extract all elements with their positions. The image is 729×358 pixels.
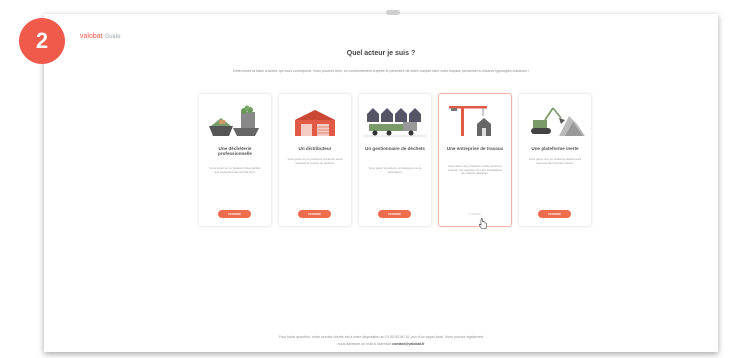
choose-button-hover[interactable]: CHOISIR bbox=[458, 212, 491, 216]
excavator-illustration bbox=[531, 107, 585, 136]
footer-email-prefix: nous adresser un mail à l'adresse bbox=[337, 342, 392, 346]
logo-main: valobat bbox=[80, 33, 103, 40]
pointer-cursor-icon bbox=[478, 218, 487, 229]
choose-button[interactable]: CHOISIR bbox=[218, 210, 251, 218]
card-title: Une entreprise de travaux bbox=[446, 146, 504, 151]
footer-email-line: nous adresser un mail à l'adresse contac… bbox=[44, 342, 718, 346]
step-badge: 2 bbox=[19, 18, 65, 64]
card-distributeur[interactable]: Un distributeur Vous gérez un ou plusieu… bbox=[279, 94, 351, 226]
logo-sub: Guide bbox=[104, 33, 121, 40]
card-description: Vous gérez un ou plusieurs points de ven… bbox=[287, 157, 343, 165]
choose-button[interactable]: CHOISIR bbox=[298, 210, 331, 218]
card-gestionnaire[interactable]: Un gestionnaire de déchets Vous gérez la… bbox=[359, 94, 431, 226]
card-title: Un distributeur bbox=[298, 146, 332, 151]
card-plateforme-inerte[interactable]: Une plateforme inerte Vous gérez une ou … bbox=[519, 94, 591, 226]
card-description: Vous gérez des chantiers et êtes amené à… bbox=[447, 164, 503, 176]
page-subtitle: Déterminez la base d'acteur qui vous cor… bbox=[233, 69, 529, 73]
page-title: Quel acteur je suis ? bbox=[346, 50, 416, 57]
footer-contact-line: Pour toute question, notre service clien… bbox=[278, 335, 484, 339]
warehouse-illustration bbox=[295, 110, 335, 136]
waste-truck-illustration bbox=[363, 108, 427, 137]
card-description: Vous gérez la collecte, le traitement ou… bbox=[368, 166, 422, 174]
window-handle bbox=[386, 10, 400, 15]
crane-illustration bbox=[449, 106, 491, 136]
card-description: Vous gérez un ou plusieurs sites dédiés … bbox=[209, 166, 261, 174]
card-title: Un gestionnaire de déchets bbox=[365, 146, 425, 151]
footer-email-link[interactable]: contact@valobat.fr bbox=[392, 342, 424, 346]
card-dechetterie[interactable]: Une déchèterie professionnelle Vous gére… bbox=[199, 94, 271, 226]
card-title: Une plateforme inerte bbox=[531, 146, 579, 151]
card-entreprise-travaux[interactable]: Une entreprise de travaux Vous gérez des… bbox=[438, 93, 512, 227]
skip-bins-illustration bbox=[209, 105, 259, 136]
card-title: Une déchèterie professionnelle bbox=[218, 146, 252, 157]
logo[interactable]: valobat Guide bbox=[80, 33, 121, 40]
choose-button[interactable]: CHOISIR bbox=[378, 210, 411, 218]
choose-button[interactable]: CHOISIR bbox=[538, 210, 571, 218]
card-description: Vous gérez une ou plusieurs plateformes … bbox=[528, 157, 582, 165]
